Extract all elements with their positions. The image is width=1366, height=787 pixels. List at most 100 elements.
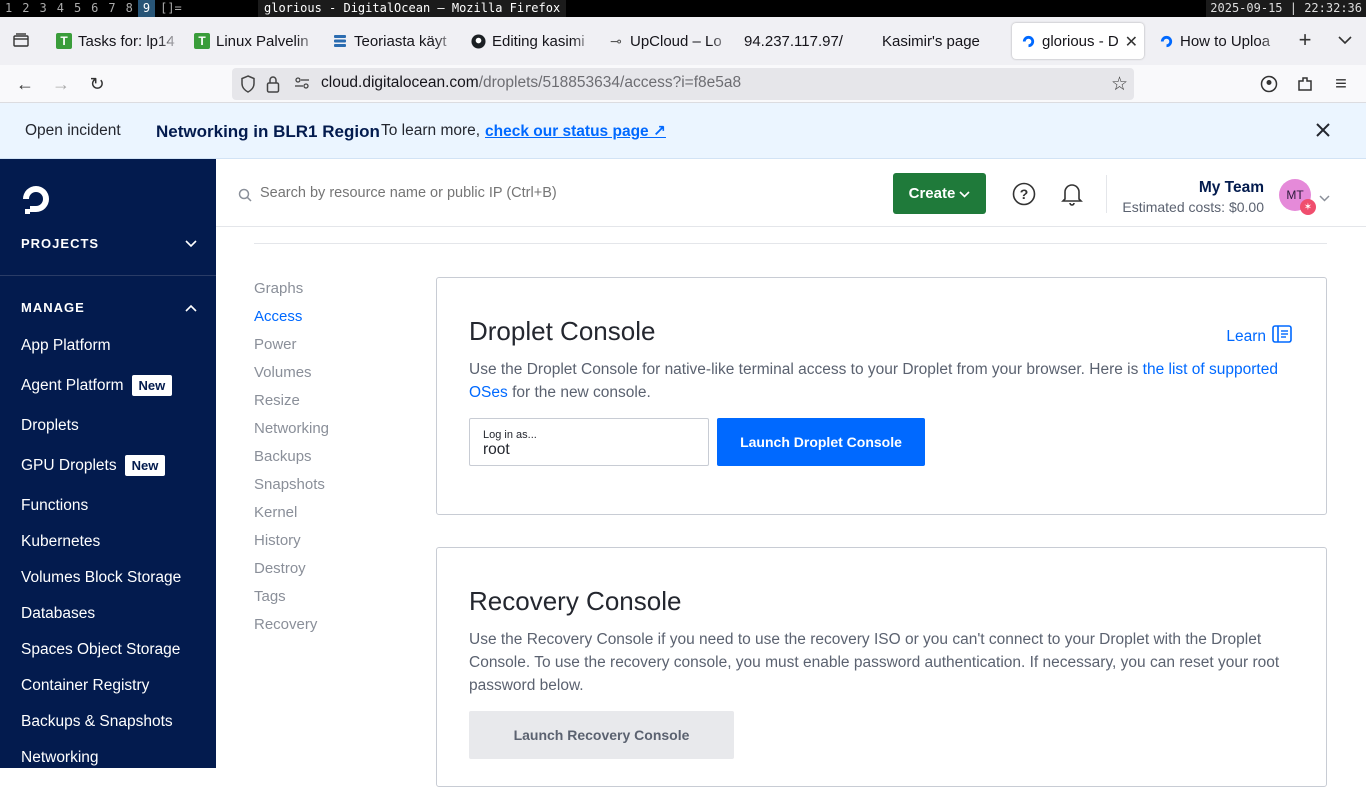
tab-upcloud[interactable]: ⊸ UpCloud – Lo — [600, 23, 734, 59]
tab-kasimir-page[interactable]: Kasimir's page — [876, 23, 1010, 59]
sidebar-item-label: Databases — [21, 605, 96, 622]
tab-label: glorious - D — [1042, 32, 1119, 50]
permissions-icon[interactable] — [294, 75, 310, 96]
sidebar-item-container-registry[interactable]: Container Registry — [21, 677, 149, 695]
workspace-9[interactable]: 9 — [137, 0, 156, 17]
workspace-5[interactable]: 5 — [69, 0, 86, 17]
sidebar-item-gpu-droplets[interactable]: GPU Droplets New — [21, 455, 166, 476]
subnav-power[interactable]: Power — [254, 336, 297, 353]
topbar-divider — [1106, 175, 1107, 213]
chevron-up-icon — [185, 300, 197, 315]
account-icon[interactable] — [1254, 69, 1284, 99]
extensions-icon[interactable] — [1290, 69, 1320, 99]
workspace-6[interactable]: 6 — [86, 0, 103, 17]
status-page-link[interactable]: check our status page ↗ — [485, 122, 666, 141]
sidebar-item-kubernetes[interactable]: Kubernetes — [21, 533, 100, 551]
subnav-networking[interactable]: Networking — [254, 420, 329, 437]
sidebar-item-databases[interactable]: Databases — [21, 605, 95, 623]
green-t-icon: T — [56, 33, 72, 49]
shield-icon[interactable] — [240, 75, 256, 98]
close-banner-icon[interactable] — [1314, 121, 1332, 144]
tab-linux-palvelin[interactable]: T Linux Palvelin — [186, 23, 320, 59]
subnav-kernel[interactable]: Kernel — [254, 504, 297, 521]
docs-icon — [1272, 325, 1292, 348]
create-button[interactable]: Create — [893, 173, 986, 214]
bell-icon[interactable] — [1061, 182, 1083, 211]
workspace-7[interactable]: 7 — [103, 0, 120, 17]
sidebar-item-label: Droplets — [21, 417, 79, 434]
digitalocean-icon — [1020, 33, 1036, 49]
tab-teoriasta[interactable]: Teoriasta käyt — [324, 23, 458, 59]
bookmark-star-icon[interactable]: ☆ — [1111, 73, 1128, 96]
launch-droplet-console-button[interactable]: Launch Droplet Console — [717, 418, 925, 466]
droplet-console-description: Use the Droplet Console for native-like … — [469, 358, 1299, 404]
sidebar-item-agent-platform[interactable]: Agent Platform New — [21, 375, 173, 396]
launch-recovery-console-button[interactable]: Launch Recovery Console — [469, 711, 734, 759]
workspace-2[interactable]: 2 — [17, 0, 34, 17]
workspace-4[interactable]: 4 — [52, 0, 69, 17]
subnav-snapshots[interactable]: Snapshots — [254, 476, 325, 493]
team-name[interactable]: My Team — [1199, 179, 1264, 197]
subnav-access[interactable]: Access — [254, 308, 302, 325]
workspace-list: 1 2 3 4 5 6 7 8 9 []= — [0, 0, 187, 17]
stack-icon — [332, 33, 348, 49]
url-text: cloud.digitalocean.com/droplets/51885363… — [321, 74, 741, 92]
login-as-field[interactable]: Log in as... root — [469, 418, 709, 466]
chevron-down-icon — [185, 236, 197, 251]
description-text: Use the Droplet Console for native-like … — [469, 361, 1143, 378]
workspace-3[interactable]: 3 — [34, 0, 51, 17]
lock-icon[interactable] — [266, 75, 280, 98]
sidebar-item-networking[interactable]: Networking — [21, 749, 99, 767]
sidebar-item-app-platform[interactable]: App Platform — [21, 337, 111, 355]
workspace-1[interactable]: 1 — [0, 0, 17, 17]
tab-label: 94.237.117.97/ — [744, 32, 843, 50]
sidebar-item-volumes[interactable]: Volumes Block Storage — [21, 569, 181, 587]
chevron-down-icon[interactable] — [1319, 189, 1330, 207]
subnav-graphs[interactable]: Graphs — [254, 280, 303, 297]
subnav-tags[interactable]: Tags — [254, 588, 286, 605]
menu-icon[interactable]: ≡ — [1326, 69, 1356, 99]
forward-icon[interactable]: → — [46, 69, 76, 99]
sidebar-item-label: Networking — [21, 749, 99, 766]
tab-list-chevron-icon[interactable] — [1330, 25, 1360, 55]
projects-label: PROJECTS — [21, 236, 100, 251]
url-path: /droplets/518853634/access?i=f8e5a8 — [478, 74, 742, 91]
subnav-destroy[interactable]: Destroy — [254, 560, 306, 577]
manage-section[interactable]: MANAGE — [21, 300, 197, 315]
learn-label: Learn — [1226, 327, 1266, 345]
tab-tasks[interactable]: T Tasks for: lp14 — [48, 23, 182, 59]
tab-glorious[interactable]: glorious - D ✕ — [1012, 23, 1144, 59]
sidebar-item-functions[interactable]: Functions — [21, 497, 88, 515]
subnav-resize[interactable]: Resize — [254, 392, 300, 409]
tab-label: Kasimir's page — [882, 32, 980, 50]
avatar[interactable]: MT ✶ — [1279, 179, 1316, 215]
droplet-console-title: Droplet Console — [469, 316, 656, 346]
new-tab-icon[interactable]: + — [1290, 25, 1320, 55]
search-input[interactable] — [260, 181, 860, 205]
sidebar-item-backups[interactable]: Backups & Snapshots — [21, 713, 173, 731]
tab-ip-address[interactable]: 94.237.117.97/ — [738, 23, 872, 59]
subnav-backups[interactable]: Backups — [254, 448, 312, 465]
learn-link[interactable]: Learn — [1226, 325, 1292, 348]
tab-how-to-upload[interactable]: How to Uploa — [1150, 23, 1284, 59]
sidebar-item-spaces[interactable]: Spaces Object Storage — [21, 641, 180, 659]
sidebar-divider — [0, 275, 216, 276]
url-bar[interactable]: cloud.digitalocean.com/droplets/51885363… — [232, 68, 1134, 100]
tab-editing[interactable]: Editing kasimi — [462, 23, 596, 59]
workspace-8[interactable]: 8 — [121, 0, 138, 17]
tab-overview-icon[interactable] — [6, 25, 36, 55]
incident-banner: Open incident Networking in BLR1 Region … — [0, 103, 1366, 159]
digitalocean-logo-icon[interactable] — [20, 183, 52, 220]
close-tab-icon[interactable]: ✕ — [1125, 32, 1138, 52]
sidebar-item-droplets[interactable]: Droplets — [21, 417, 79, 435]
back-icon[interactable]: ← — [10, 69, 40, 99]
green-t-icon: T — [194, 33, 210, 49]
github-icon — [470, 33, 486, 49]
subnav-history[interactable]: History — [254, 532, 301, 549]
recovery-console-description: Use the Recovery Console if you need to … — [469, 631, 1280, 694]
projects-section[interactable]: PROJECTS — [21, 236, 197, 251]
subnav-volumes[interactable]: Volumes — [254, 364, 312, 381]
help-icon[interactable]: ? — [1012, 182, 1036, 211]
reload-icon[interactable]: ↻ — [82, 69, 112, 99]
subnav-recovery[interactable]: Recovery — [254, 616, 317, 633]
